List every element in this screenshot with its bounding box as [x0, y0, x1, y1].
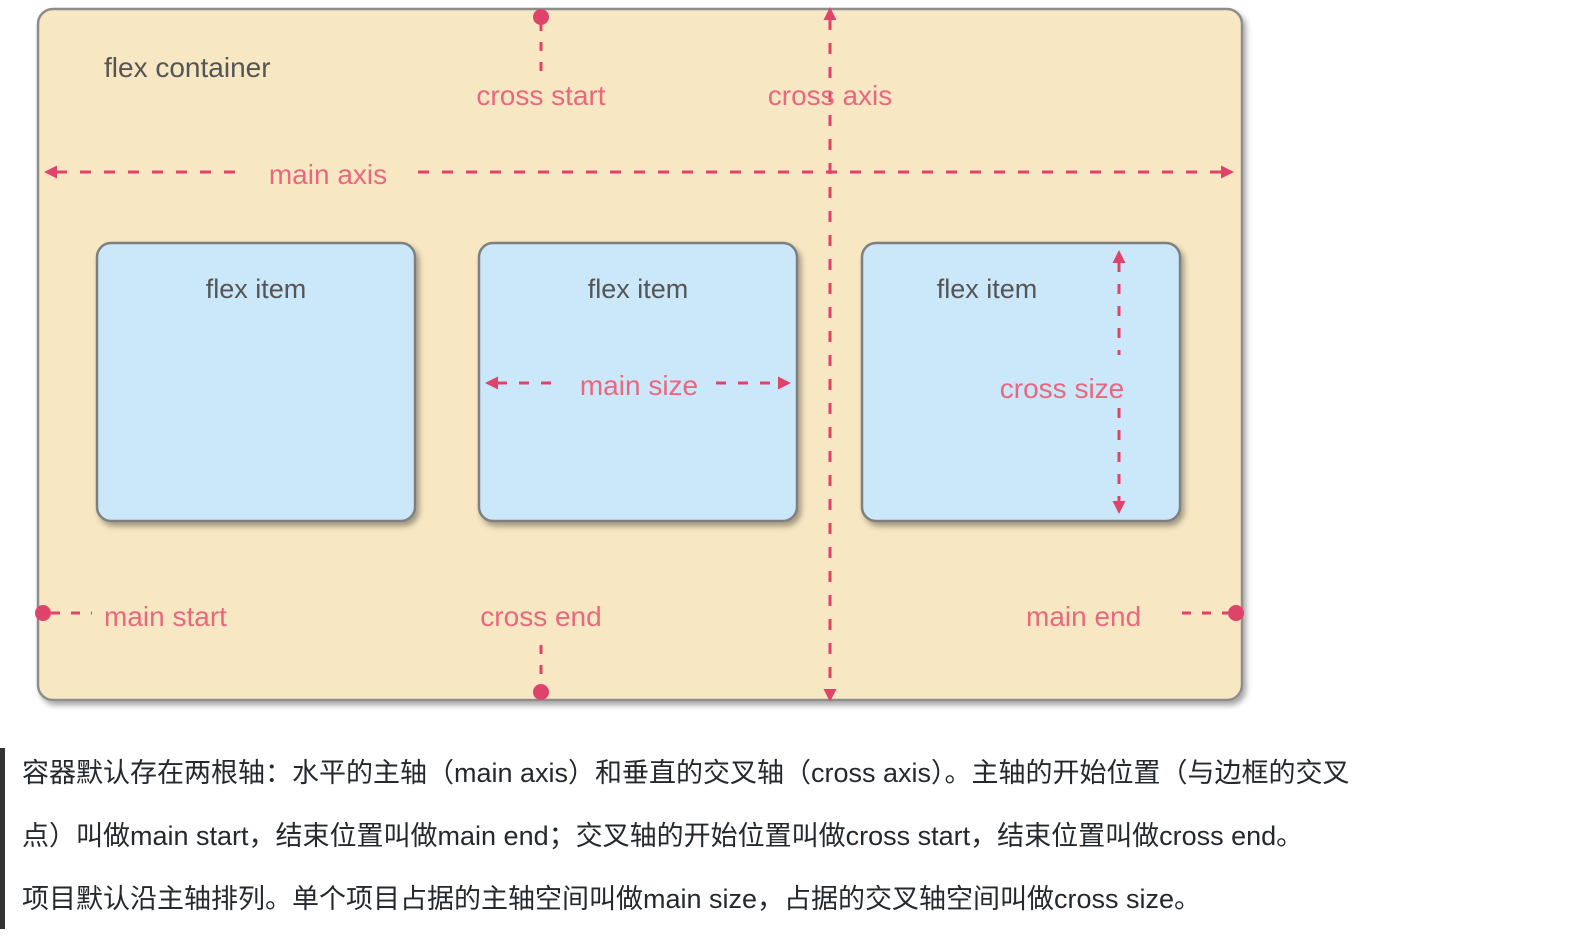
cross-size-label: cross size [1000, 373, 1124, 404]
flex-item-3: flex item cross size [860, 241, 1182, 523]
caption-line-3: 项目默认沿主轴排列。单个项目占据的主轴空间叫做main size，占据的交叉轴空… [22, 884, 1202, 914]
main-axis-label: main axis [269, 159, 387, 190]
caption-line-2: 点）叫做main start，结束位置叫做main end；交叉轴的开始位置叫做… [22, 821, 1304, 851]
main-end-label: main end [1026, 601, 1141, 632]
cross-start-label: cross start [476, 80, 605, 111]
flex-container-label: flex container [104, 52, 271, 83]
flex-box-model-diagram: flex container cross start cross axis ma… [0, 0, 1590, 740]
flex-item-label: flex item [206, 274, 307, 304]
cross-end-label: cross end [480, 601, 601, 632]
cross-axis-label: cross axis [768, 80, 892, 111]
main-start-label: main start [104, 601, 227, 632]
caption-block: 容器默认存在两根轴：水平的主轴（main axis）和垂直的交叉轴（cross … [0, 742, 1590, 931]
caption-line-1: 容器默认存在两根轴：水平的主轴（main axis）和垂直的交叉轴（cross … [22, 758, 1350, 788]
flex-item-1: flex item [95, 241, 417, 523]
flex-item-label: flex item [937, 274, 1038, 304]
flex-item-label: flex item [588, 274, 689, 304]
flex-item-2: flex item main size [477, 241, 799, 523]
main-size-label: main size [580, 370, 698, 401]
